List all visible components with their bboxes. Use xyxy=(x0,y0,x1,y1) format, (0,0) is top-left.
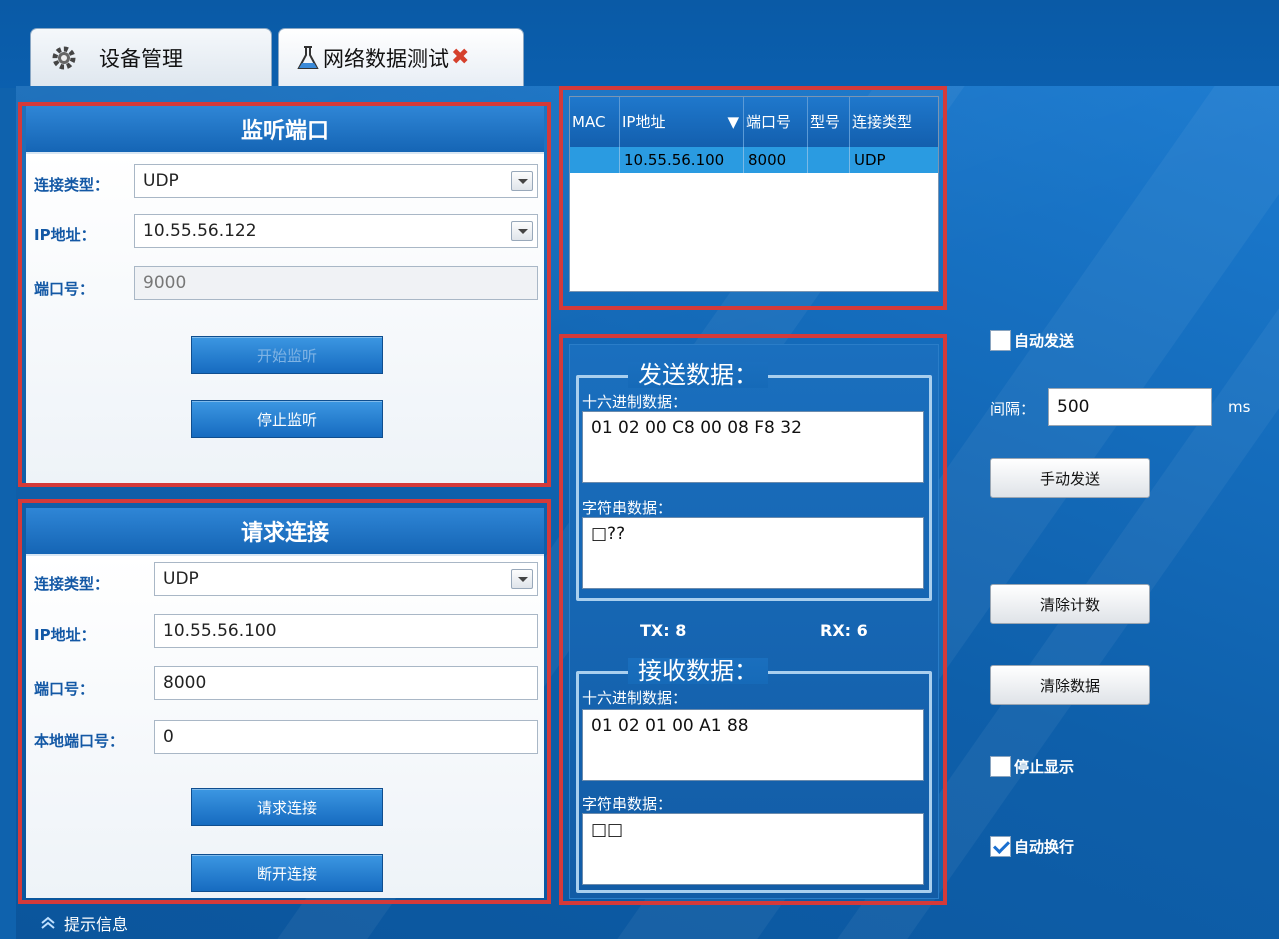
interval-label: 间隔： xyxy=(990,400,1036,418)
auto-wrap-checkbox[interactable]: 自动换行 xyxy=(990,836,1074,857)
chevron-up-icon[interactable] xyxy=(40,915,56,931)
interval-unit-label: ms xyxy=(1228,398,1251,416)
highlight-frame xyxy=(559,86,947,310)
highlight-frame xyxy=(18,499,551,904)
tab-device-management[interactable]: 设备管理 xyxy=(30,28,272,86)
status-bar[interactable]: 提示信息 xyxy=(20,906,548,939)
tab-label: 设备管理 xyxy=(99,46,183,71)
auto-send-label: 自动发送 xyxy=(1014,332,1075,350)
status-label: 提示信息 xyxy=(64,914,129,934)
auto-wrap-label: 自动换行 xyxy=(1014,838,1075,856)
auto-send-checkbox[interactable]: 自动发送 xyxy=(990,330,1074,351)
tab-network-data-test[interactable]: 网络数据测试 ✖ xyxy=(278,28,524,86)
stop-display-label: 停止显示 xyxy=(1014,758,1075,776)
flask-icon xyxy=(297,45,319,69)
highlight-frame xyxy=(559,334,947,905)
tab-label: 网络数据测试 xyxy=(323,46,449,71)
stop-display-checkbox[interactable]: 停止显示 xyxy=(990,756,1074,777)
checkbox-box[interactable] xyxy=(990,330,1011,351)
checkbox-box[interactable] xyxy=(990,756,1011,777)
highlight-frame xyxy=(18,102,551,487)
close-icon[interactable]: ✖ xyxy=(451,45,469,70)
clear-data-button[interactable]: 清除数据 xyxy=(990,665,1150,705)
interval-input[interactable]: 500 xyxy=(1048,388,1212,426)
manual-send-button[interactable]: 手动发送 xyxy=(990,458,1150,498)
gear-icon xyxy=(52,46,76,69)
tab-strip: 设备管理 网络数据测试 ✖ xyxy=(0,0,1279,88)
checkbox-box[interactable] xyxy=(990,836,1011,857)
clear-count-button[interactable]: 清除计数 xyxy=(990,584,1150,624)
